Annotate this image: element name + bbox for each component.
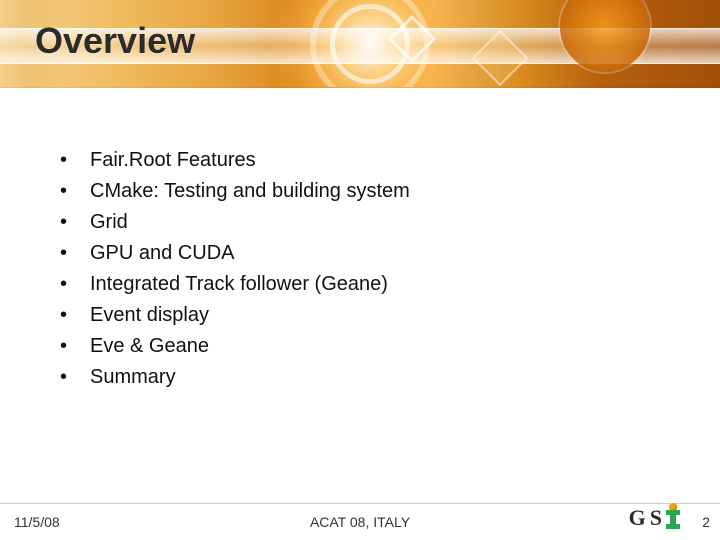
bullet-marker: •	[60, 362, 90, 393]
slide-title: Overview	[35, 20, 195, 62]
slide: Overview •Fair.Root Features •CMake: Tes…	[0, 0, 720, 540]
bullet-item: •Summary	[60, 362, 680, 393]
bullet-text: Grid	[90, 207, 128, 238]
bullet-marker: •	[60, 269, 90, 300]
bullet-marker: •	[60, 207, 90, 238]
bullet-text: Summary	[90, 362, 176, 393]
bullet-text: Eve & Geane	[90, 331, 209, 362]
bullet-item: •Event display	[60, 300, 680, 331]
bullet-text: Event display	[90, 300, 209, 331]
bullet-list: •Fair.Root Features •CMake: Testing and …	[60, 145, 680, 393]
bullet-text: Integrated Track follower (Geane)	[90, 269, 388, 300]
bullet-item: •CMake: Testing and building system	[60, 176, 680, 207]
gsi-logo: G S	[629, 505, 680, 531]
bullet-marker: •	[60, 331, 90, 362]
bullet-item: •Fair.Root Features	[60, 145, 680, 176]
decoration-square	[472, 30, 529, 87]
title-banner: Overview	[0, 0, 720, 88]
bullet-marker: •	[60, 238, 90, 269]
logo-i-icon	[666, 507, 680, 529]
bullet-text: Fair.Root Features	[90, 145, 256, 176]
bullet-item: •Grid	[60, 207, 680, 238]
footer-venue: ACAT 08, ITALY	[0, 514, 720, 530]
logo-letter: G	[629, 505, 647, 531]
bullet-text: GPU and CUDA	[90, 238, 235, 269]
bullet-item: •Eve & Geane	[60, 331, 680, 362]
bullet-marker: •	[60, 176, 90, 207]
bullet-marker: •	[60, 145, 90, 176]
bullet-item: •GPU and CUDA	[60, 238, 680, 269]
footer: 11/5/08 ACAT 08, ITALY G S 2	[0, 504, 720, 540]
decoration-circle	[560, 0, 650, 72]
bullet-item: •Integrated Track follower (Geane)	[60, 269, 680, 300]
footer-page-number: 2	[702, 514, 710, 530]
bullet-marker: •	[60, 300, 90, 331]
logo-letter: S	[650, 505, 663, 531]
bullet-text: CMake: Testing and building system	[90, 176, 410, 207]
